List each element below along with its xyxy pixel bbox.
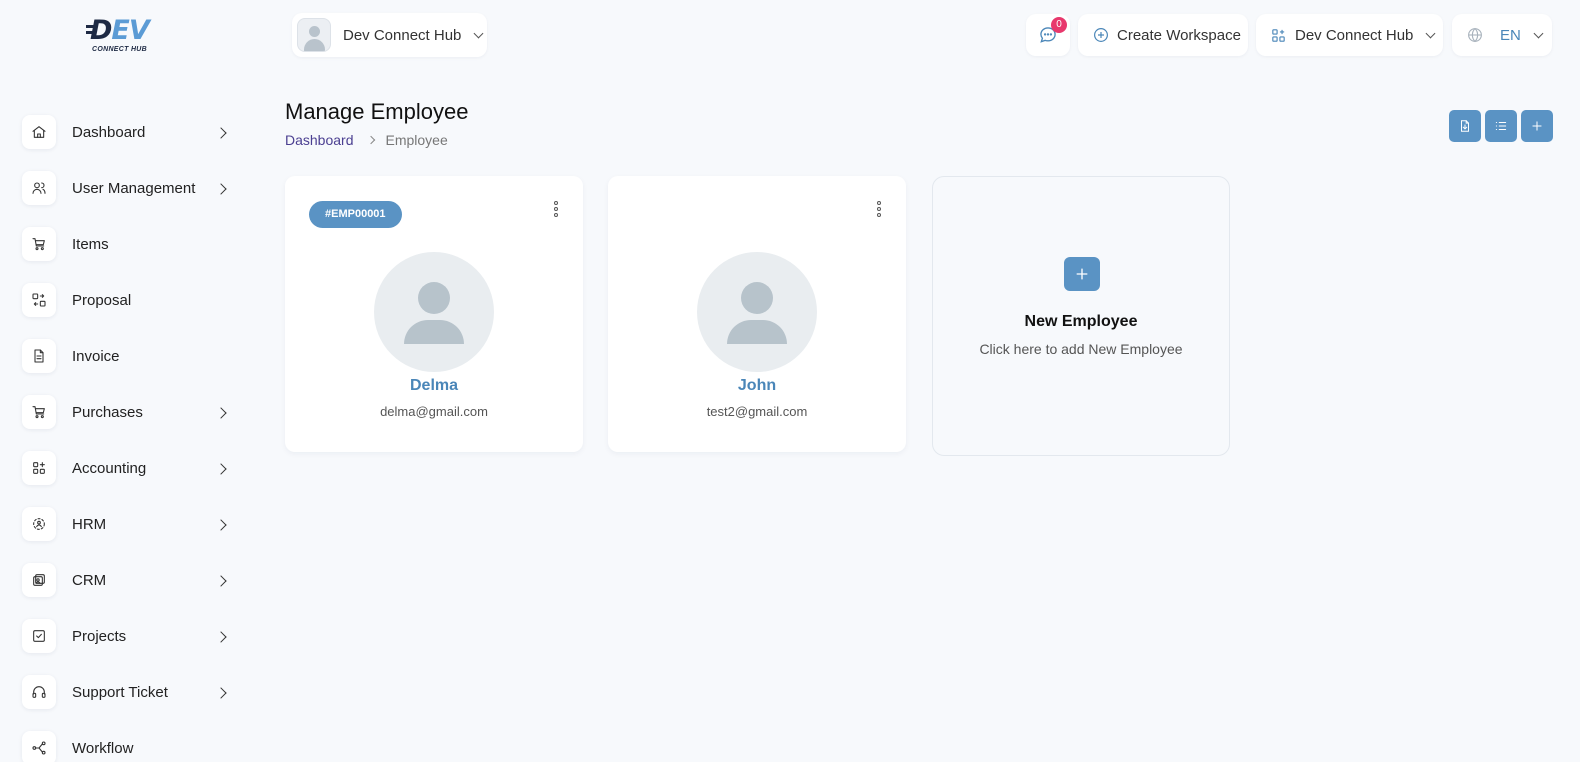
logo-plug-mark: [86, 25, 94, 28]
more-options-icon[interactable]: [874, 200, 884, 220]
language-label: EN: [1500, 26, 1521, 44]
cart-icon: [22, 395, 56, 429]
sidebar-item-label: User Management: [72, 179, 196, 197]
employee-avatar: [697, 252, 817, 372]
workspace-dropdown[interactable]: Dev Connect Hub: [1256, 14, 1443, 56]
employee-avatar: [374, 252, 494, 372]
messages-button[interactable]: 0: [1026, 14, 1070, 56]
chevron-down-icon: [473, 28, 484, 38]
import-button[interactable]: [1449, 110, 1481, 142]
chevron-right-icon: [215, 127, 227, 139]
sidebar-item-label: Items: [72, 235, 109, 253]
workspace-switcher[interactable]: Dev Connect Hub: [292, 13, 487, 57]
new-employee-subtitle: Click here to add New Employee: [979, 341, 1183, 357]
employee-card[interactable]: John test2@gmail.com: [608, 176, 906, 452]
sidebar: DEV CONNECT HUB Dashboard User Managemen…: [0, 0, 250, 762]
employee-name[interactable]: John: [608, 377, 906, 395]
employee-code-badge[interactable]: #EMP00001: [309, 201, 402, 228]
sidebar-item-accounting[interactable]: Accounting: [22, 440, 237, 496]
chevron-right-icon: [215, 519, 227, 531]
chevron-right-icon: [215, 631, 227, 643]
chevron-right-icon: [215, 183, 227, 195]
sidebar-item-hrm[interactable]: HRM: [22, 496, 237, 552]
workflow-icon: [22, 731, 56, 762]
new-employee-title: New Employee: [1024, 313, 1138, 330]
logo-subtitle: CONNECT HUB: [92, 46, 148, 53]
chevron-right-icon: [215, 687, 227, 699]
chevron-right-icon: [215, 407, 227, 419]
employee-card[interactable]: #EMP00001 Delma delma@gmail.com: [285, 176, 583, 452]
sidebar-item-label: Proposal: [72, 291, 132, 309]
cart-icon: [22, 227, 56, 261]
logo-ev: EV: [111, 15, 149, 46]
crm-icon: [22, 563, 56, 597]
sidebar-item-label: Projects: [72, 627, 127, 645]
sidebar-item-projects[interactable]: Projects: [22, 608, 237, 664]
sidebar-item-user-management[interactable]: User Management: [22, 160, 237, 216]
sidebar-item-label: Support Ticket: [72, 683, 168, 701]
sidebar-item-label: Dashboard: [72, 123, 146, 141]
current-workspace-label: Dev Connect Hub: [1295, 26, 1414, 44]
hrm-icon: [22, 507, 56, 541]
apps-icon: [1272, 28, 1285, 42]
add-employee-button[interactable]: [1521, 110, 1553, 142]
sidebar-nav: Dashboard User Management Items Proposal…: [22, 104, 237, 762]
list-view-button[interactable]: [1485, 110, 1517, 142]
chevron-right-icon: [366, 135, 375, 145]
sidebar-item-label: HRM: [72, 515, 107, 533]
workspace-name: Dev Connect Hub: [343, 26, 462, 44]
avatar: [297, 18, 331, 52]
breadcrumb: Dashboard Employee: [285, 132, 448, 148]
plus-icon: [1532, 121, 1542, 131]
sidebar-item-label: CRM: [72, 571, 107, 589]
sidebar-item-label: Purchases: [72, 403, 143, 421]
sidebar-item-proposal[interactable]: Proposal: [22, 272, 237, 328]
logo-wordmark: DEV: [90, 15, 165, 46]
sidebar-item-label: Workflow: [72, 739, 134, 757]
sidebar-item-label: Invoice: [72, 347, 120, 365]
swap-icon: [22, 283, 56, 317]
more-options-icon[interactable]: [551, 200, 561, 220]
employee-name[interactable]: Delma: [285, 377, 583, 395]
sidebar-item-workflow[interactable]: Workflow: [22, 720, 237, 762]
employee-email: test2@gmail.com: [706, 404, 808, 419]
sidebar-item-dashboard[interactable]: Dashboard: [22, 104, 237, 160]
sidebar-item-support-ticket[interactable]: Support Ticket: [22, 664, 237, 720]
create-workspace-button[interactable]: Create Workspace: [1078, 14, 1248, 56]
users-icon: [22, 171, 56, 205]
sidebar-item-items[interactable]: Items: [22, 216, 237, 272]
plus-icon: [1064, 257, 1100, 291]
sidebar-item-purchases[interactable]: Purchases: [22, 384, 237, 440]
chevron-right-icon: [215, 575, 227, 587]
language-dropdown[interactable]: EN: [1452, 14, 1552, 56]
apps-icon: [22, 451, 56, 485]
chevron-down-icon: [1425, 28, 1436, 38]
message-count-badge: 0: [1051, 17, 1067, 33]
import-icon: [1461, 120, 1469, 132]
sidebar-item-crm[interactable]: CRM: [22, 552, 237, 608]
home-icon: [22, 115, 56, 149]
plus-circle-icon: [1094, 28, 1108, 42]
new-employee-card[interactable]: New Employee Click here to add New Emplo…: [932, 176, 1230, 456]
file-icon: [22, 339, 56, 373]
chevron-down-icon: [1533, 28, 1544, 38]
app-root: DEV CONNECT HUB Dashboard User Managemen…: [0, 0, 1580, 762]
logo-d: D: [90, 15, 112, 46]
headphones-icon: [22, 675, 56, 709]
list-icon: [1495, 122, 1507, 130]
breadcrumb-current: Employee: [385, 132, 448, 148]
check-square-icon: [22, 619, 56, 653]
sidebar-item-invoice[interactable]: Invoice: [22, 328, 237, 384]
sidebar-item-label: Accounting: [72, 459, 147, 477]
create-workspace-label: Create Workspace: [1117, 26, 1241, 44]
globe-icon: [1468, 27, 1482, 43]
employee-email: delma@gmail.com: [380, 404, 488, 419]
page-title: Manage Employee: [285, 99, 469, 124]
chevron-right-icon: [215, 463, 227, 475]
brand-logo[interactable]: DEV CONNECT HUB: [86, 15, 165, 62]
breadcrumb-dashboard-link[interactable]: Dashboard: [285, 132, 354, 148]
